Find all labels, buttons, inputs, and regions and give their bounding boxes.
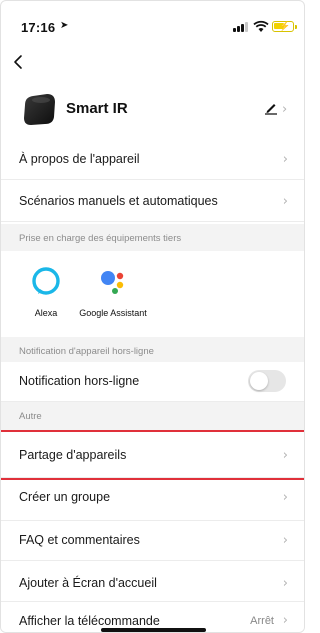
highlight-line-bottom bbox=[1, 478, 304, 480]
alexa-label: Alexa bbox=[34, 308, 58, 318]
section-third-party: Prise en charge des équipements tiers bbox=[1, 224, 304, 252]
chevron-right-icon: › bbox=[282, 533, 288, 548]
scenarios-row[interactable]: Scénarios manuels et automatiques › bbox=[1, 182, 304, 222]
show-remote-label: Afficher la télécommande bbox=[19, 614, 160, 628]
chevron-right-icon: › bbox=[282, 576, 288, 591]
battery-icon: ⚡ bbox=[272, 21, 297, 32]
show-remote-value: Arrêt bbox=[250, 615, 274, 627]
chevron-right-icon: › bbox=[282, 102, 288, 117]
faq-label: FAQ et commentaires bbox=[19, 533, 140, 547]
offline-notification-toggle[interactable] bbox=[248, 370, 286, 392]
alexa-icon bbox=[32, 267, 60, 295]
location-arrow-icon: ➤ bbox=[60, 20, 69, 31]
about-device-row[interactable]: À propos de l'appareil › bbox=[1, 140, 304, 180]
add-home-screen-label: Ajouter à Écran d'accueil bbox=[19, 576, 157, 590]
chevron-right-icon: › bbox=[282, 490, 288, 505]
chevron-right-icon: › bbox=[282, 152, 288, 167]
google-assistant-icon bbox=[101, 271, 124, 294]
back-chevron-icon[interactable] bbox=[11, 53, 25, 71]
alexa-assistant[interactable]: Alexa bbox=[11, 251, 81, 319]
wifi-icon bbox=[253, 20, 269, 32]
create-group-row[interactable]: Créer un groupe › bbox=[1, 481, 304, 521]
section-other: Autre bbox=[1, 402, 304, 430]
home-indicator bbox=[101, 628, 206, 632]
offline-notification-label: Notification hors-ligne bbox=[19, 374, 140, 388]
about-device-label: À propos de l'appareil bbox=[19, 152, 140, 166]
scenarios-label: Scénarios manuels et automatiques bbox=[19, 194, 218, 208]
faq-row[interactable]: FAQ et commentaires › bbox=[1, 521, 304, 561]
chevron-right-icon: › bbox=[282, 613, 288, 628]
status-bar: 17:16 ➤ ⚡ bbox=[1, 1, 304, 45]
create-group-label: Créer un groupe bbox=[19, 490, 111, 504]
cellular-signal-icon bbox=[233, 22, 249, 32]
chevron-right-icon: › bbox=[282, 194, 288, 209]
highlight-line-top bbox=[1, 430, 304, 432]
offline-notification-row: Notification hors-ligne bbox=[1, 362, 304, 402]
share-device-label: Partage d'appareils bbox=[19, 448, 127, 462]
section-offline-label: Notification d'appareil hors-ligne bbox=[19, 346, 154, 357]
device-name: Smart IR bbox=[66, 100, 128, 117]
section-other-label: Autre bbox=[19, 411, 42, 422]
share-device-row[interactable]: Partage d'appareils › bbox=[1, 434, 304, 478]
chevron-right-icon: › bbox=[282, 448, 288, 463]
smart-ir-device-image bbox=[24, 94, 55, 125]
device-header[interactable]: Smart IR › bbox=[1, 87, 304, 133]
app-screen: 17:16 ➤ ⚡ Smart IR › À propos de l'appar… bbox=[0, 0, 305, 633]
section-third-party-label: Prise en charge des équipements tiers bbox=[19, 233, 182, 244]
google-assistant[interactable]: Google Assistant bbox=[78, 251, 148, 319]
assistants-list: Alexa Google Assistant bbox=[1, 251, 304, 337]
section-offline: Notification d'appareil hors-ligne bbox=[1, 337, 304, 365]
google-assistant-label: Google Assistant bbox=[79, 308, 147, 318]
add-home-screen-row[interactable]: Ajouter à Écran d'accueil › bbox=[1, 562, 304, 602]
edit-pencil-icon[interactable] bbox=[264, 101, 278, 115]
status-time: 17:16 bbox=[21, 20, 56, 35]
